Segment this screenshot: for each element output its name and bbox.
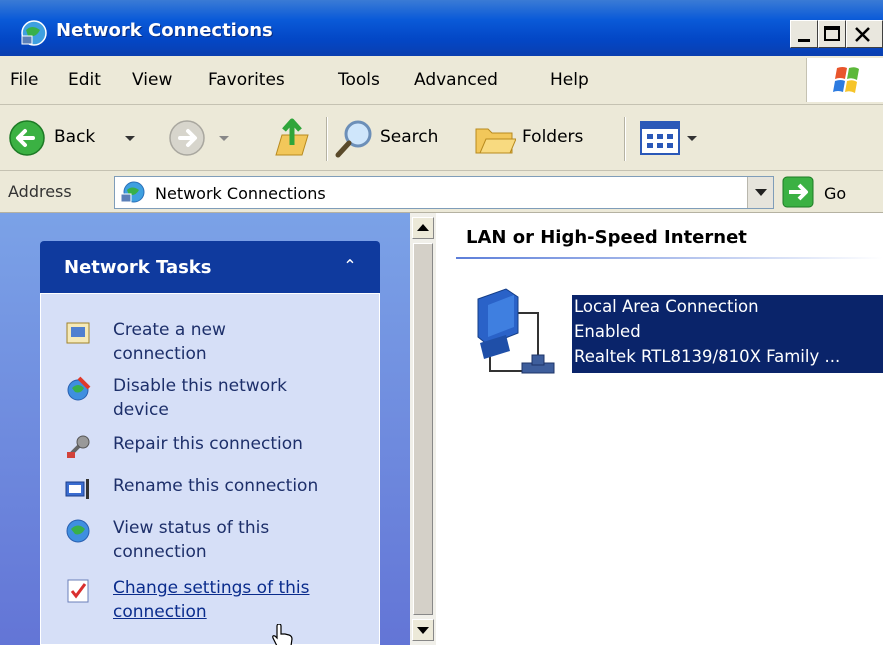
- folders-button[interactable]: Folders: [474, 105, 614, 171]
- scroll-down-button[interactable]: [412, 619, 434, 641]
- connection-labels[interactable]: Local Area Connection Enabled Realtek RT…: [572, 295, 883, 373]
- task-label: Repair this connection: [113, 434, 303, 454]
- menu-advanced[interactable]: Advanced: [414, 70, 498, 90]
- menu-favorites[interactable]: Favorites: [208, 70, 285, 90]
- folders-icon: [475, 128, 516, 154]
- connections-list: LAN or High-Speed Internet Local Area Co…: [436, 213, 883, 645]
- menu-edit[interactable]: Edit: [68, 70, 101, 90]
- task-pane: Network Tasks ⌃ Create a new connection …: [0, 213, 410, 645]
- back-label: Back: [54, 127, 96, 147]
- search-button[interactable]: Search: [334, 105, 460, 171]
- folders-label: Folders: [522, 127, 584, 147]
- network-tasks-title: Network Tasks: [64, 257, 212, 278]
- status-icon: [66, 519, 90, 543]
- task-change-settings[interactable]: Change settings of this connection: [65, 576, 375, 626]
- network-tasks-header[interactable]: Network Tasks ⌃: [40, 241, 380, 293]
- connection-status: Enabled: [574, 322, 641, 341]
- task-label: View status of this connection: [113, 518, 270, 562]
- address-value: Network Connections: [155, 184, 326, 203]
- network-connections-icon: [120, 181, 145, 203]
- maximize-button[interactable]: [818, 20, 846, 48]
- address-input[interactable]: Network Connections: [114, 176, 774, 209]
- close-icon: [855, 27, 870, 42]
- forward-button[interactable]: [162, 105, 242, 171]
- windows-logo: [806, 58, 883, 102]
- task-create-connection[interactable]: Create a new connection: [65, 318, 375, 368]
- chevron-down-icon: [755, 189, 767, 196]
- new-connection-icon: [66, 322, 90, 344]
- address-dropdown-button[interactable]: [747, 177, 773, 208]
- search-label: Search: [380, 127, 439, 147]
- settings-icon: [67, 579, 89, 603]
- up-folder-icon: [275, 118, 309, 156]
- menu-help[interactable]: Help: [550, 70, 589, 90]
- chevron-down-icon[interactable]: [218, 135, 230, 143]
- up-folder-button[interactable]: [268, 105, 316, 171]
- collapse-chevron-icon[interactable]: ⌃: [338, 254, 362, 278]
- go-arrow-icon[interactable]: [782, 176, 814, 208]
- go-button[interactable]: Go: [824, 184, 846, 203]
- toolbar: Back Search Folders: [0, 105, 883, 171]
- task-label: Create a new connection: [113, 320, 226, 364]
- lan-connection-icon[interactable]: [466, 283, 566, 383]
- address-bar: Address Network Connections Go: [0, 171, 883, 213]
- network-tasks-panel: Create a new connection Disable this net…: [40, 293, 380, 645]
- rename-icon: [65, 479, 89, 499]
- forward-arrow-icon: [169, 120, 205, 156]
- scroll-up-button[interactable]: [412, 217, 434, 239]
- vertical-scrollbar[interactable]: [410, 213, 436, 645]
- hand-cursor-icon: [272, 624, 293, 645]
- chevron-down-icon[interactable]: [124, 135, 136, 143]
- group-divider: [456, 257, 883, 259]
- task-label: Rename this connection: [113, 476, 319, 496]
- back-arrow-icon: [9, 120, 45, 156]
- toolbar-separator: [326, 117, 328, 161]
- back-button[interactable]: Back: [8, 105, 138, 171]
- task-rename-connection[interactable]: Rename this connection: [65, 474, 375, 502]
- network-connections-icon: [21, 20, 47, 46]
- task-label: Disable this network device: [113, 376, 287, 420]
- task-disable-device[interactable]: Disable this network device: [65, 374, 375, 424]
- group-header: LAN or High-Speed Internet: [466, 227, 747, 248]
- task-repair-connection[interactable]: Repair this connection: [65, 432, 375, 460]
- window-title: Network Connections: [56, 20, 273, 41]
- menu-tools[interactable]: Tools: [338, 70, 380, 90]
- scroll-thumb[interactable]: [413, 243, 433, 615]
- task-label: Change settings of this connection: [113, 578, 310, 622]
- minimize-button[interactable]: [790, 20, 818, 48]
- repair-icon: [67, 435, 90, 458]
- maximize-icon: [824, 26, 840, 41]
- connection-name: Local Area Connection: [574, 297, 759, 316]
- task-view-status[interactable]: View status of this connection: [65, 516, 375, 566]
- address-label: Address: [8, 182, 72, 201]
- connection-device: Realtek RTL8139/810X Family ...: [574, 347, 841, 366]
- arrow-up-icon: [417, 224, 429, 231]
- arrow-down-icon: [417, 627, 429, 634]
- title-bar[interactable]: Network Connections: [0, 0, 883, 56]
- views-button[interactable]: [640, 105, 706, 171]
- chevron-down-icon[interactable]: [686, 135, 698, 143]
- toolbar-separator: [624, 117, 626, 161]
- disable-network-icon: [67, 376, 91, 401]
- menu-bar: File Edit View Favorites Tools Advanced …: [0, 56, 883, 105]
- search-icon: [335, 120, 372, 158]
- views-icon: [640, 121, 680, 155]
- menu-view[interactable]: View: [132, 70, 172, 90]
- menu-file[interactable]: File: [10, 70, 38, 90]
- minimize-icon: [798, 39, 810, 42]
- close-button[interactable]: [846, 20, 883, 48]
